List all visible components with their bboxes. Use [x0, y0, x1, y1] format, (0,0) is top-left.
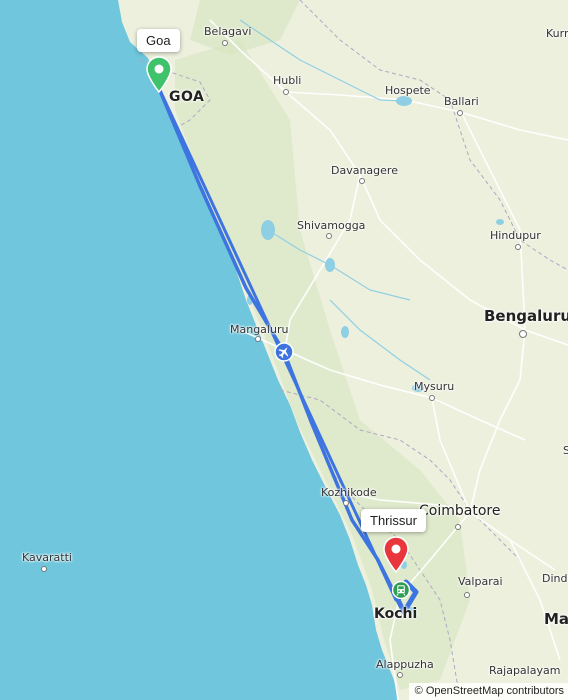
city-dot-mysuru — [429, 395, 435, 401]
map-view[interactable]: GOA Belagavi Hubli Hospete Ballari Kurr … — [0, 0, 568, 700]
city-dot-valparai — [464, 592, 470, 598]
city-dot-kozhikode — [343, 500, 349, 506]
airplane-icon[interactable] — [274, 342, 294, 362]
city-dot-shivamogga — [326, 233, 332, 239]
map-attribution[interactable]: © OpenStreetMap contributors — [408, 683, 568, 700]
origin-label[interactable]: Goa — [137, 29, 180, 52]
city-dot-bengaluru — [519, 330, 527, 338]
city-dot-ballari — [457, 110, 463, 116]
train-icon[interactable] — [392, 581, 410, 599]
red-location-pin-icon[interactable] — [381, 535, 411, 573]
city-dot-kavaratti — [41, 566, 47, 572]
green-location-pin-icon[interactable] — [144, 55, 174, 93]
city-dot-coimbatore — [455, 524, 461, 530]
destination-label[interactable]: Thrissur — [361, 509, 426, 532]
city-dot-alappuzha — [397, 672, 403, 678]
city-dot-belagavi — [222, 40, 228, 46]
city-dot-davanagere — [359, 178, 365, 184]
city-dot-mangaluru — [255, 336, 261, 342]
city-dot-hubli — [283, 89, 289, 95]
city-dot-hindupur — [515, 244, 521, 250]
